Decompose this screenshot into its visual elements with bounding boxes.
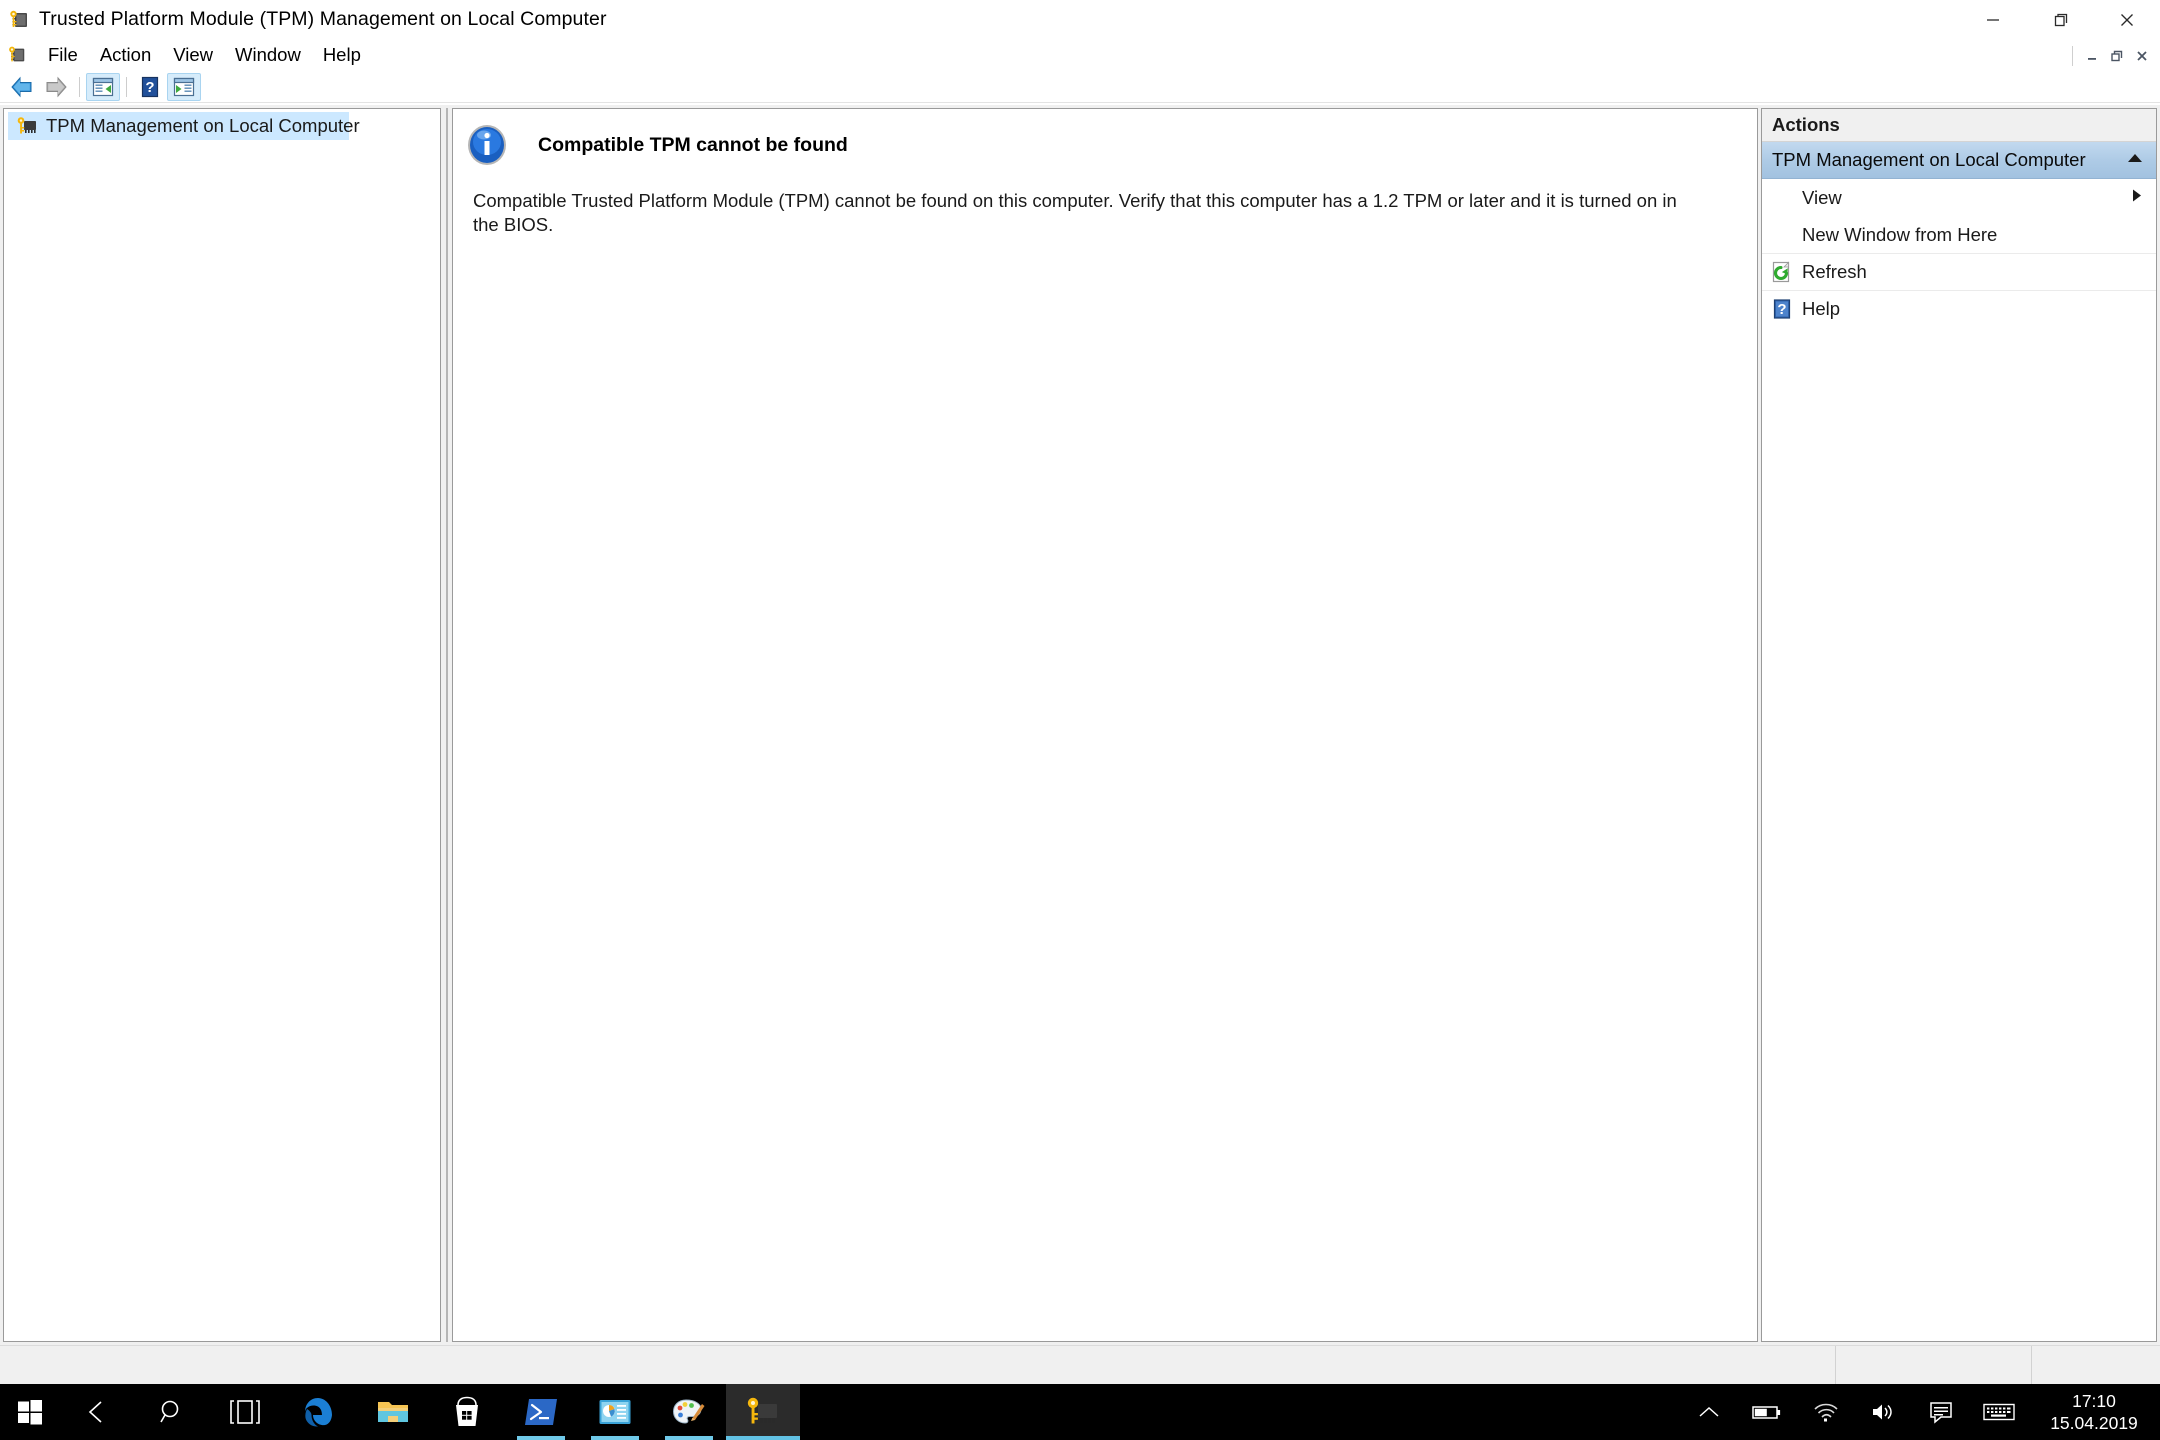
mdi-separator — [2072, 45, 2073, 66]
action-item-refresh[interactable]: Refresh — [1762, 253, 2156, 290]
action-icon-slot — [1762, 179, 1802, 216]
toolbar-divider — [0, 102, 2160, 103]
status-message-header: Compatible TPM cannot be found — [466, 124, 1757, 166]
console-tree-pane: TPM Management on Local Computer — [3, 108, 441, 1342]
chevron-up-icon[interactable] — [2126, 151, 2144, 169]
status-message-body: Compatible Trusted Platform Module (TPM)… — [473, 190, 1677, 236]
minimize-icon[interactable] — [1959, 0, 2026, 39]
window-controls — [1959, 0, 2160, 39]
taskbar-running-indicator — [591, 1436, 639, 1440]
tree-item-label: TPM Management on Local Computer — [46, 115, 360, 136]
taskbar: 17:10 15.04.2019 — [0, 1384, 2160, 1440]
wifi-icon[interactable] — [1796, 1384, 1854, 1440]
menu-item-view[interactable]: View — [162, 42, 224, 68]
tpm-management-window: Trusted Platform Module (TPM) Management… — [0, 0, 2160, 1440]
mdi-close-icon[interactable] — [2129, 44, 2154, 67]
action-item-label: New Window from Here — [1802, 223, 1998, 245]
menu-item-window[interactable]: Window — [224, 42, 312, 68]
action-center-icon[interactable] — [1912, 1384, 1970, 1440]
battery-icon[interactable] — [1738, 1384, 1796, 1440]
menu-item-help[interactable]: Help — [312, 42, 372, 68]
help-button[interactable]: ? — [133, 73, 167, 101]
taskbar-task-view-button[interactable] — [208, 1384, 282, 1440]
taskbar-running-indicator — [517, 1436, 565, 1440]
clock-time: 17:10 — [2072, 1390, 2116, 1411]
actions-pane-header: Actions — [1762, 109, 2156, 142]
actions-group-label: TPM Management on Local Computer — [1772, 149, 2086, 170]
mdi-minimize-icon[interactable] — [2079, 44, 2104, 67]
mdi-restore-icon[interactable] — [2104, 44, 2129, 67]
tpm-chip-key-icon — [8, 9, 30, 31]
menu-item-file[interactable]: File — [37, 42, 89, 68]
taskbar-edge-button[interactable] — [282, 1384, 356, 1440]
show-hide-console-tree-button[interactable] — [86, 73, 120, 101]
action-item-help[interactable]: ? Help — [1762, 290, 2156, 327]
mmc-body: TPM Management on Local Computer Compati… — [0, 105, 2160, 1345]
splitter-grip — [446, 108, 448, 1342]
taskbar-paint-button[interactable] — [652, 1384, 726, 1440]
taskbar-microsoft-store-button[interactable] — [430, 1384, 504, 1440]
info-icon — [466, 124, 508, 166]
show-hidden-icons-button[interactable] — [1680, 1384, 1738, 1440]
taskbar-running-indicator — [665, 1436, 713, 1440]
help-question-icon: ? — [1762, 291, 1802, 328]
taskbar-back-button[interactable] — [60, 1384, 134, 1440]
refresh-icon — [1762, 254, 1802, 291]
taskbar-file-explorer-button[interactable] — [356, 1384, 430, 1440]
taskbar-search-button[interactable] — [134, 1384, 208, 1440]
taskbar-tpm-management-button[interactable] — [726, 1384, 800, 1440]
menu-bar: File Action View Window Help — [0, 39, 2160, 71]
actions-group-tpm-management[interactable]: TPM Management on Local Computer — [1762, 142, 2156, 179]
mdi-window-controls — [2072, 44, 2154, 67]
taskbar-powershell-button[interactable] — [504, 1384, 578, 1440]
tpm-chip-key-icon — [16, 116, 38, 136]
back-button[interactable] — [5, 73, 39, 101]
start-button[interactable] — [0, 1384, 60, 1440]
status-bar — [0, 1345, 2160, 1384]
status-cell-secondary — [1835, 1346, 2031, 1384]
title-bar: Trusted Platform Module (TPM) Management… — [0, 0, 2160, 39]
close-icon[interactable] — [2093, 0, 2160, 39]
console-icon — [7, 45, 27, 65]
show-hide-action-pane-button[interactable] — [167, 73, 201, 101]
clock[interactable]: 17:10 15.04.2019 — [2028, 1384, 2160, 1440]
tree-item-tpm-management[interactable]: TPM Management on Local Computer — [8, 112, 360, 140]
taskbar-running-indicator — [726, 1436, 800, 1440]
action-item-label: Help — [1802, 298, 1841, 319]
pane-splitter[interactable] — [444, 108, 452, 1342]
action-item-label: View — [1802, 186, 1842, 208]
svg-text:?: ? — [145, 79, 154, 96]
clock-date: 15.04.2019 — [2050, 1413, 2138, 1433]
keyboard-icon[interactable] — [1970, 1384, 2028, 1440]
taskbar-computer-management-button[interactable] — [578, 1384, 652, 1440]
window-title: Trusted Platform Module (TPM) Management… — [39, 8, 607, 30]
chevron-right-icon — [2130, 187, 2142, 208]
action-item-label: Refresh — [1802, 261, 1867, 282]
system-tray: 17:10 15.04.2019 — [1680, 1384, 2160, 1440]
svg-text:?: ? — [1777, 301, 1786, 318]
status-cell-main — [0, 1346, 1835, 1384]
action-item-view[interactable]: View — [1762, 179, 2156, 216]
speaker-icon[interactable] — [1854, 1384, 1912, 1440]
toolbar: ? — [0, 71, 2160, 103]
status-cell-tertiary — [2031, 1346, 2160, 1384]
restore-icon[interactable] — [2026, 0, 2093, 39]
toolbar-separator-2 — [126, 77, 127, 97]
content-pane: Compatible TPM cannot be found Compatibl… — [452, 108, 1758, 1342]
forward-button[interactable] — [39, 73, 73, 101]
status-message-heading: Compatible TPM cannot be found — [538, 133, 848, 156]
action-icon-slot — [1762, 216, 1802, 253]
actions-pane: Actions TPM Management on Local Computer… — [1761, 108, 2157, 1342]
toolbar-separator-1 — [79, 77, 80, 97]
menu-item-action[interactable]: Action — [89, 42, 162, 68]
action-item-new-window-from-here[interactable]: New Window from Here — [1762, 216, 2156, 253]
